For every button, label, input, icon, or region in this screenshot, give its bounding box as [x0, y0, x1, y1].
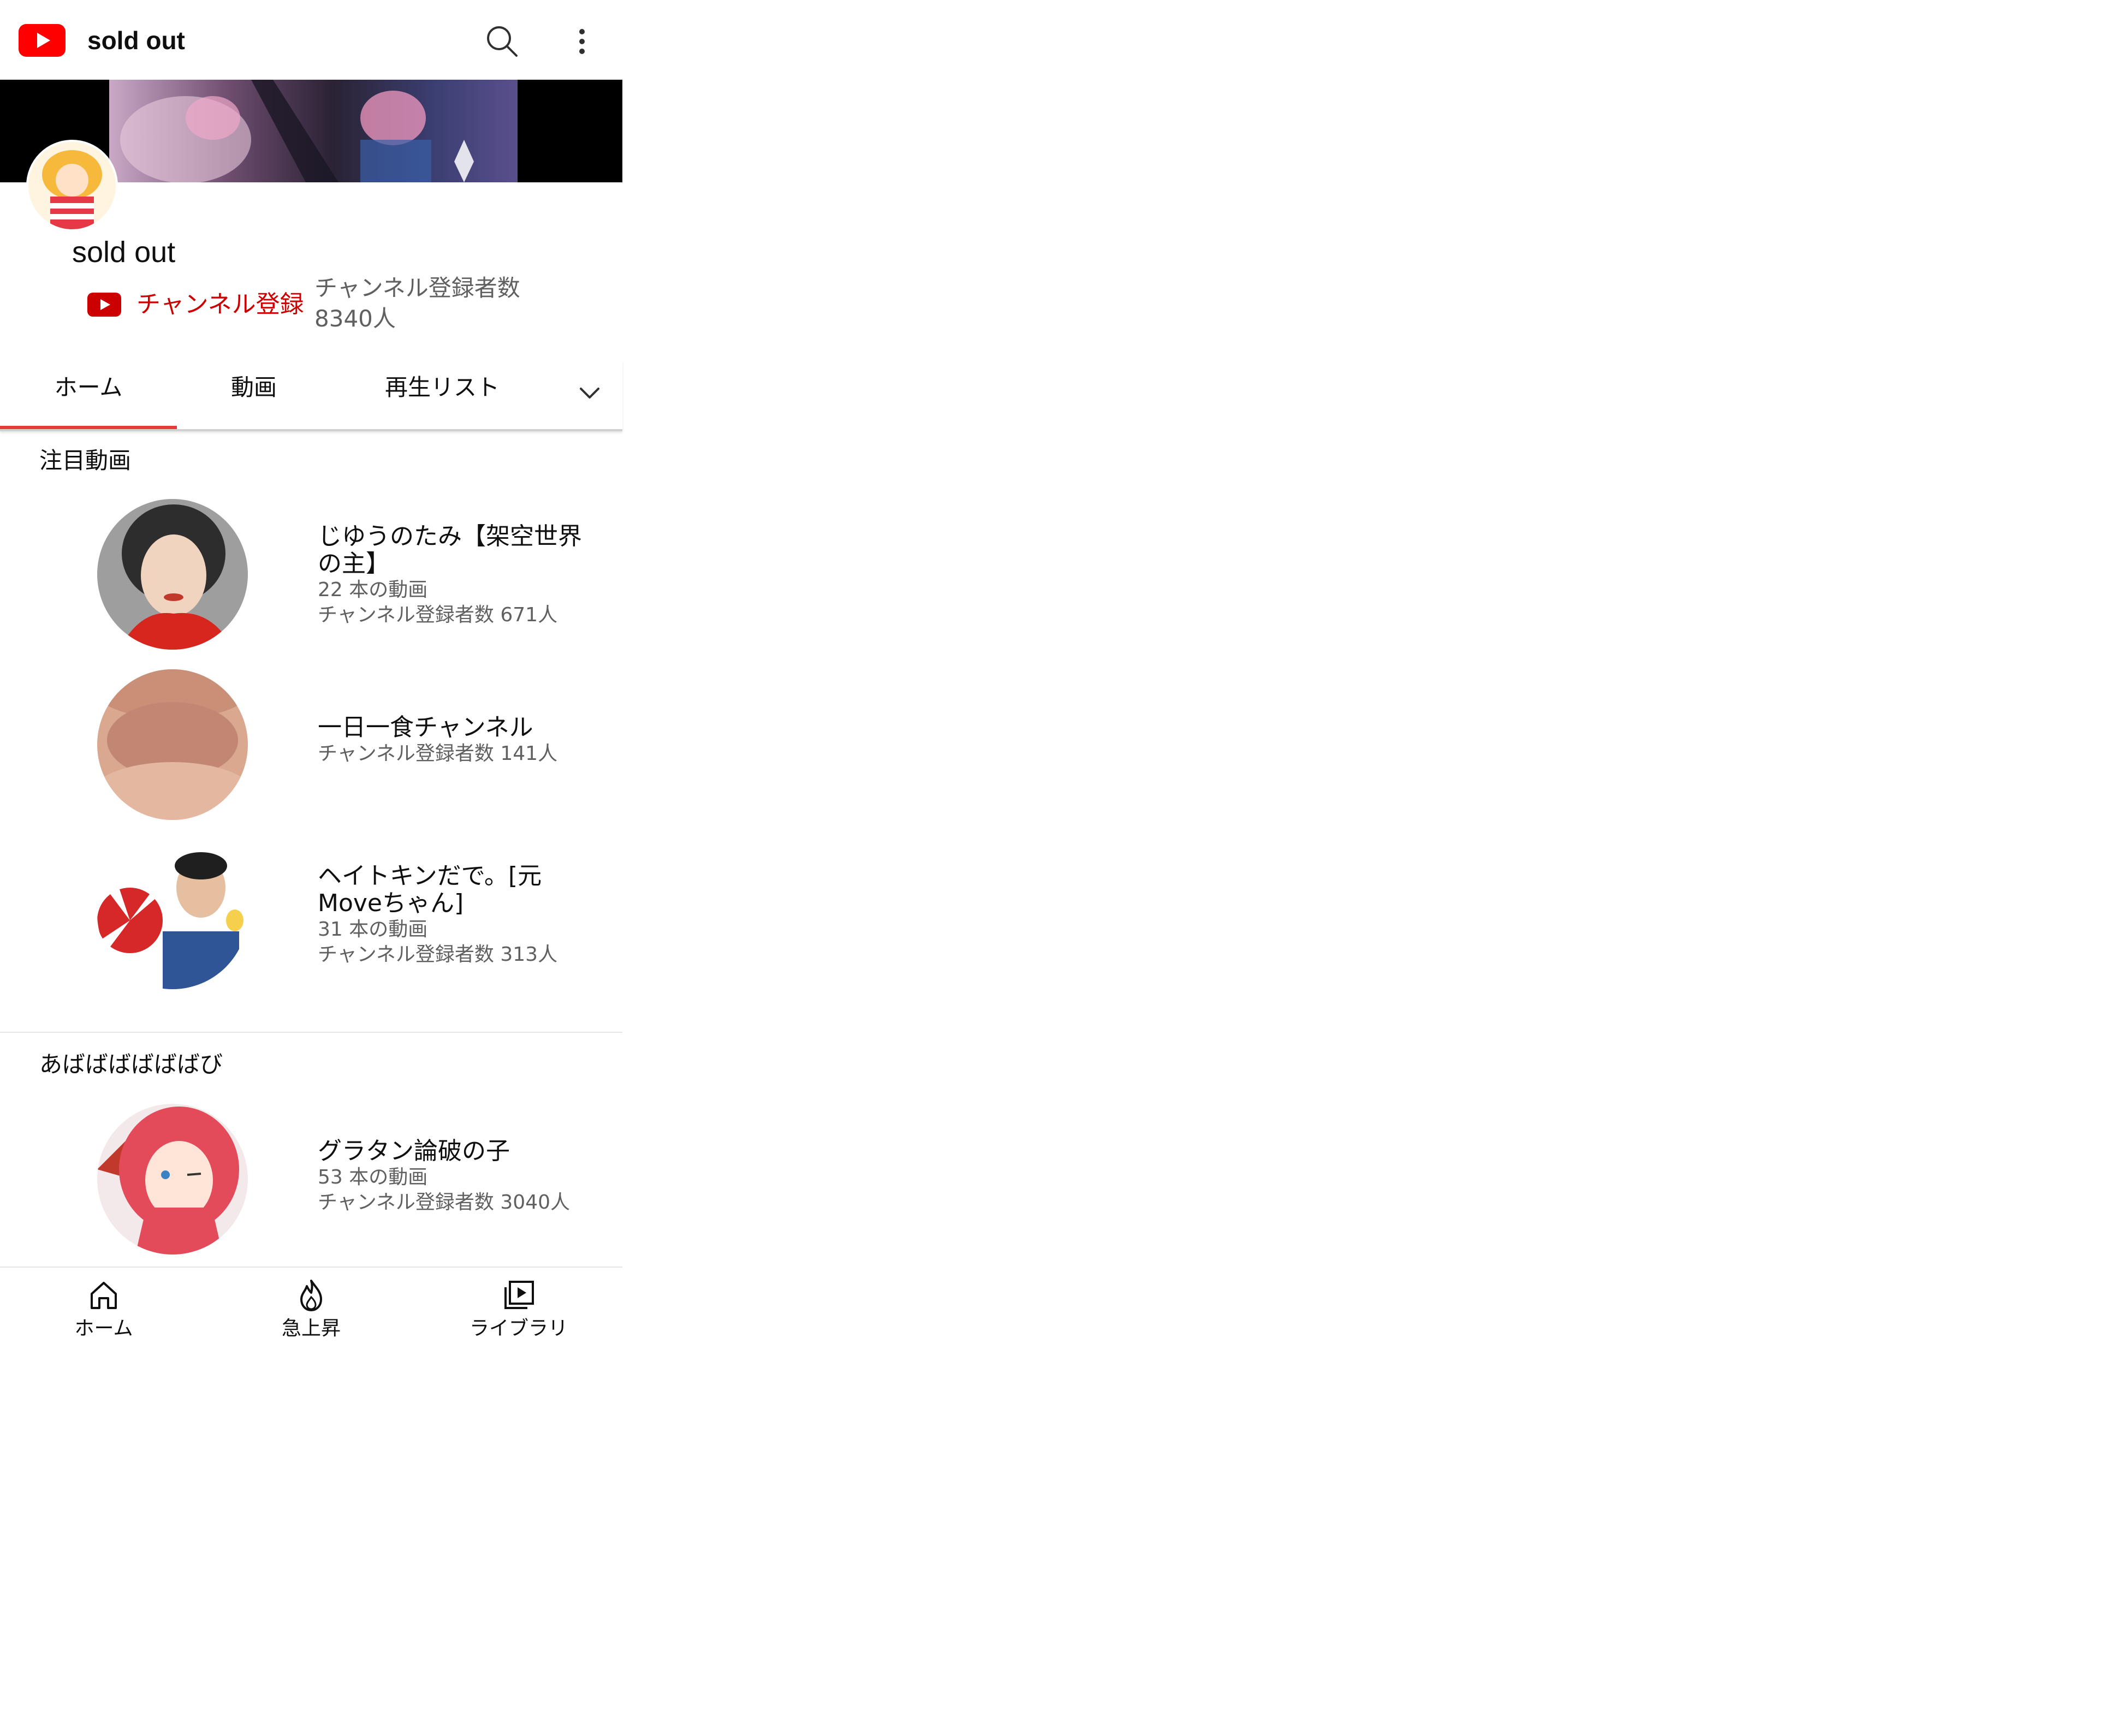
- search-icon[interactable]: [480, 20, 524, 63]
- channel-subscriber-count: チャンネル登録者数 141人: [318, 742, 558, 765]
- channel-info: じゆうのたみ【架空世界の主】 22 本の動画 チャンネル登録者数 671人: [318, 523, 591, 628]
- channel-avatar[interactable]: [26, 140, 118, 231]
- channel-title: グラタン論破の子: [318, 1137, 510, 1165]
- bottom-navigation: ホーム 急上昇 ライブラリ: [0, 1267, 622, 1355]
- channel-title: ヘイトキンだで。[元Moveちゃん]: [318, 862, 542, 917]
- video-count: 22 本の動画: [318, 579, 428, 601]
- nav-library[interactable]: ライブラリ: [437, 1268, 601, 1355]
- youtube-logo-icon[interactable]: [19, 24, 66, 57]
- nav-trending-label: 急上昇: [281, 1317, 341, 1340]
- channel-title: じゆうのたみ【架空世界の主】: [318, 522, 582, 578]
- tab-home[interactable]: ホーム: [0, 360, 177, 429]
- youtube-channel-page: sold out sold out チャンネル登録 チャンネル登録者数 8340…: [0, 0, 622, 1355]
- tab-videos[interactable]: 動画: [202, 360, 306, 427]
- tab-videos-label: 動画: [230, 374, 277, 401]
- nav-home[interactable]: ホーム: [22, 1268, 186, 1355]
- channel-thumbnail: [97, 499, 248, 650]
- channel-subscriber-count: チャンネル登録者数 313人: [318, 943, 558, 966]
- subscribe-label: チャンネル登録: [136, 290, 304, 318]
- youtube-subscribe-icon: [87, 293, 121, 317]
- nav-home-label: ホーム: [74, 1317, 133, 1340]
- video-count: 31 本の動画: [318, 918, 428, 941]
- subscribe-button[interactable]: チャンネル登録: [87, 289, 304, 320]
- home-icon: [91, 1282, 117, 1309]
- video-count: 53 本の動画: [318, 1166, 428, 1188]
- app-bar-title: sold out: [87, 26, 185, 55]
- library-icon: [504, 1281, 534, 1309]
- channel-subscriber-count: チャンネル登録者数 671人: [318, 604, 558, 626]
- avatar-image: [28, 142, 116, 229]
- channel-subscriber-count: チャンネル登録者数 3040人: [318, 1191, 570, 1214]
- channel-info: 一日一食チャンネル チャンネル登録者数 141人: [318, 714, 591, 766]
- channel-info: ヘイトキンだで。[元Moveちゃん] 31 本の動画 チャンネル登録者数 313…: [318, 863, 591, 967]
- channel-row[interactable]: グラタン論破の子 53 本の動画 チャンネル登録者数 3040人: [0, 1104, 622, 1257]
- trending-flame-icon: [300, 1280, 322, 1311]
- top-app-bar: sold out: [0, 0, 622, 80]
- channel-thumbnail: [97, 839, 248, 989]
- chevron-down-icon[interactable]: [568, 372, 611, 416]
- section-divider: [0, 1032, 622, 1033]
- section-title-custom: あばばばばばばび: [39, 1051, 223, 1078]
- channel-name: sold out: [72, 236, 176, 269]
- channel-row[interactable]: 一日一食チャンネル チャンネル登録者数 141人: [0, 669, 622, 822]
- nav-trending[interactable]: 急上昇: [229, 1268, 393, 1355]
- channel-thumbnail: [97, 1104, 248, 1255]
- tab-home-label: ホーム: [54, 374, 123, 401]
- channel-row[interactable]: じゆうのたみ【架空世界の主】 22 本の動画 チャンネル登録者数 671人: [0, 499, 622, 652]
- channel-row[interactable]: ヘイトキンだで。[元Moveちゃん] 31 本の動画 チャンネル登録者数 313…: [0, 839, 622, 991]
- banner-artwork: [109, 80, 518, 182]
- section-title-featured: 注目動画: [39, 447, 132, 474]
- channel-tabs: ホーム 動画 再生リスト: [0, 360, 622, 431]
- channel-title: 一日一食チャンネル: [318, 714, 533, 741]
- active-tab-indicator: [0, 426, 177, 429]
- nav-library-label: ライブラリ: [469, 1317, 568, 1340]
- subscriber-count: チャンネル登録者数 8340人: [314, 275, 520, 332]
- tab-playlists[interactable]: 再生リスト: [371, 360, 513, 427]
- tab-playlists-label: 再生リスト: [384, 374, 500, 401]
- channel-info: グラタン論破の子 53 本の動画 チャンネル登録者数 3040人: [318, 1138, 591, 1215]
- channel-thumbnail: [97, 669, 248, 820]
- more-vert-icon[interactable]: [562, 20, 602, 63]
